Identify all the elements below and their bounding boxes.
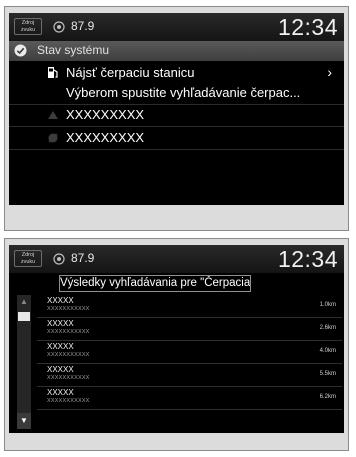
display-screen: Zdroj zvuku 87.9 12:34 Výsledky vyhľadáv… (9, 245, 344, 433)
radio-icon (53, 21, 65, 33)
result-distance: 5.5km (319, 371, 336, 377)
result-distance: 6.2km (319, 394, 336, 400)
scroll-down-icon[interactable]: ▼ (17, 413, 31, 429)
clock: 12:34 (277, 246, 338, 272)
result-name: XXXXX (47, 319, 74, 328)
warning-icon (48, 111, 58, 119)
station-frequency: 87.9 (71, 251, 95, 265)
result-name: XXXXX (47, 388, 74, 397)
scroll-thumb[interactable] (18, 312, 30, 321)
check-circle-icon (14, 44, 27, 57)
audio-source-button[interactable]: Zdroj zvuku (14, 250, 42, 267)
menu-item-label: XXXXXXXXX (66, 130, 145, 145)
result-distance: 2.6km (319, 325, 336, 331)
menu-item[interactable]: XXXXXXXXX (9, 128, 344, 148)
clock: 12:34 (277, 14, 338, 40)
station-frequency: 87.9 (71, 19, 95, 33)
audio-source-button[interactable]: Zdroj zvuku (14, 18, 42, 35)
result-address: XXXXXXXXXXX (47, 306, 90, 312)
result-row[interactable]: XXXXX XXXXXXXXXXX 6.2km (37, 387, 342, 410)
result-name: XXXXX (47, 365, 74, 374)
screenshot-frame-search-results: Zdroj zvuku 87.9 12:34 Výsledky vyhľadáv… (4, 238, 349, 451)
chevron-right-icon: › (327, 64, 332, 80)
scrollbar[interactable]: ▲ ▼ (17, 295, 31, 429)
search-results-title: Výsledky vyhľadávania pre "Čerpacia ... (59, 275, 251, 292)
scroll-up-icon[interactable]: ▲ (17, 295, 31, 309)
result-row[interactable]: XXXXX XXXXXXXXXXX 1.0km (37, 295, 342, 318)
result-name: XXXXX (47, 342, 74, 351)
divider (9, 126, 344, 127)
result-address: XXXXXXXXXXX (47, 329, 90, 335)
result-address: XXXXXXXXXXX (47, 352, 90, 358)
divider (9, 149, 344, 150)
result-row[interactable]: XXXXX XXXXXXXXXXX 4.0km (37, 341, 342, 364)
find-gas-station-subtitle-row: Výberom spustite vyhľadávanie čerpac... (9, 83, 344, 103)
result-row[interactable]: XXXXX XXXXXXXXXXX 2.6km (37, 318, 342, 341)
fuel-pump-icon (48, 67, 58, 78)
menu-item[interactable]: XXXXXXXXX (9, 105, 344, 125)
radio-icon (53, 253, 65, 265)
result-distance: 4.0km (319, 348, 336, 354)
result-name: XXXXX (47, 296, 74, 305)
result-address: XXXXXXXXXXX (47, 375, 90, 381)
menu-item-label: XXXXXXXXX (66, 107, 145, 122)
result-address: XXXXXXXXXXX (47, 398, 90, 404)
service-icon (48, 133, 58, 143)
result-row[interactable]: XXXXX XXXXXXXXXXX 5.5km (37, 364, 342, 387)
display-screen: Zdroj zvuku 87.9 12:34 Stav systému Nájs… (9, 13, 344, 205)
status-bar: Zdroj zvuku 87.9 12:34 (9, 13, 344, 41)
result-distance: 1.0km (319, 302, 336, 308)
find-gas-station-item[interactable]: Nájsť čerpaciu stanicu › (9, 63, 344, 83)
system-status-header[interactable]: Stav systému (9, 41, 344, 61)
status-bar: Zdroj zvuku 87.9 12:34 (9, 245, 344, 273)
find-gas-station-subtitle: Výberom spustite vyhľadávanie čerpac... (66, 85, 301, 100)
system-status-label: Stav systému (37, 43, 110, 57)
find-gas-station-label: Nájsť čerpaciu stanicu (66, 65, 195, 80)
screenshot-frame-system-status: Zdroj zvuku 87.9 12:34 Stav systému Nájs… (4, 6, 349, 231)
